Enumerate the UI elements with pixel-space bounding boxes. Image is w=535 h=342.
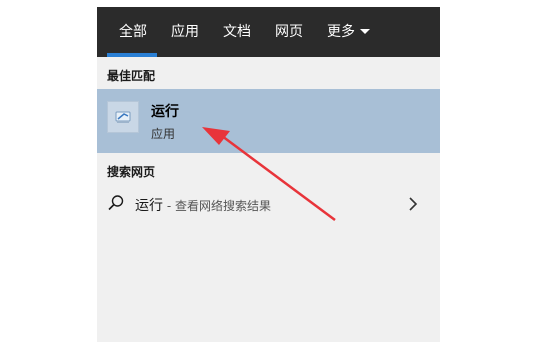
web-search-hint: - 查看网络搜索结果 <box>163 199 271 213</box>
chevron-down-icon <box>360 28 370 34</box>
best-match-result[interactable]: 运行 应用 <box>97 89 440 153</box>
search-icon <box>107 194 125 216</box>
best-match-heading: 最佳匹配 <box>107 69 156 83</box>
tab-web[interactable]: 网页 <box>275 21 303 43</box>
tab-more-label: 更多 <box>327 24 355 40</box>
active-tab-indicator <box>107 53 157 57</box>
run-dialog-icon <box>107 101 139 133</box>
search-results-panel: 全部 应用 文档 网页 更多 最佳匹配 运行 应用 搜索网页 运行 - 查看网络… <box>97 7 440 342</box>
web-search-suggestion[interactable]: 运行 - 查看网络搜索结果 <box>97 189 440 219</box>
tab-apps[interactable]: 应用 <box>171 21 199 43</box>
tab-more[interactable]: 更多 <box>327 21 370 43</box>
chevron-right-icon[interactable] <box>408 196 418 216</box>
tab-documents[interactable]: 文档 <box>223 21 251 43</box>
web-search-query: 运行 - 查看网络搜索结果 <box>135 195 271 215</box>
web-search-heading: 搜索网页 <box>107 165 156 179</box>
web-search-query-text: 运行 <box>135 198 163 214</box>
result-app-name: 运行 <box>151 104 179 120</box>
search-filter-tabbar: 全部 应用 文档 网页 更多 <box>97 7 440 57</box>
result-app-type: 应用 <box>151 127 176 141</box>
tab-all[interactable]: 全部 <box>119 21 147 43</box>
